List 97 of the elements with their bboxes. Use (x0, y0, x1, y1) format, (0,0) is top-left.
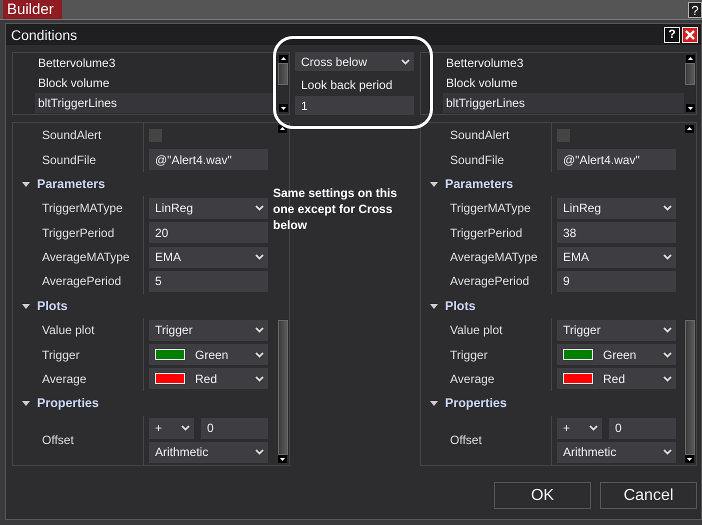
scroll-up-icon[interactable] (278, 55, 288, 63)
property-label: SoundFile (13, 147, 144, 172)
list-item[interactable]: bltTriggerLines (35, 93, 277, 113)
color-dropdown[interactable]: Green (557, 344, 676, 366)
input-field[interactable]: 9 (557, 270, 676, 292)
collapse-triangle-icon[interactable] (429, 302, 439, 310)
dropdown[interactable]: Arithmetic (557, 442, 676, 463)
chevron-down-icon (663, 327, 672, 334)
chevron-down-icon (255, 449, 264, 456)
sign-dropdown[interactable]: + (557, 418, 602, 439)
category-title: Parameters (445, 176, 514, 191)
scrollbar-thumb[interactable] (278, 63, 288, 85)
scroll-down-icon[interactable] (685, 455, 694, 463)
property-label: Average (13, 366, 144, 392)
list-item[interactable]: Bettervolume3 (35, 53, 277, 73)
property-label: Offset (421, 416, 552, 466)
category-title: Parameters (37, 176, 106, 191)
property-label: AveragePeriod (13, 269, 144, 294)
input-field[interactable]: @"Alert4.wav" (557, 149, 676, 170)
property-label: Value plot (421, 318, 552, 342)
builder-tab[interactable]: Builder (3, 0, 62, 19)
property-label: TriggerMAType (13, 196, 144, 220)
cancel-button[interactable]: Cancel (600, 482, 697, 509)
chevron-down-icon (663, 254, 672, 260)
annotation-note: Same settings on this one except for Cross below (273, 185, 398, 233)
property-label: SoundAlert (421, 123, 552, 148)
input-field[interactable]: 1 (295, 96, 414, 115)
chevron-down-icon (255, 376, 264, 382)
list-item[interactable]: Block volume (443, 73, 684, 93)
input-field[interactable]: 20 (149, 222, 268, 244)
input-field[interactable]: @"Alert4.wav" (149, 149, 268, 170)
chevron-down-icon (255, 205, 264, 212)
category-title: Plots (37, 298, 68, 313)
scrollbar-thumb[interactable] (685, 63, 695, 85)
help-button[interactable]: ? (664, 26, 680, 42)
property-label: Average (421, 366, 552, 392)
chevron-down-icon (401, 58, 410, 64)
list-item[interactable]: Bettervolume3 (443, 53, 684, 73)
dialog-title: Conditions (11, 26, 78, 42)
chevron-down-icon (181, 425, 190, 432)
property-label: AverageMAType (13, 244, 144, 270)
chevron-down-icon (663, 376, 672, 382)
input-field[interactable]: 0 (609, 418, 676, 439)
collapse-triangle-icon[interactable] (21, 302, 31, 310)
collapse-triangle-icon[interactable] (21, 399, 31, 408)
chevron-down-icon (255, 254, 264, 260)
dropdown[interactable]: EMA (149, 246, 268, 268)
dropdown[interactable]: LinReg (557, 198, 676, 219)
property-label: Value plot (13, 318, 144, 342)
property-label: SoundAlert (13, 123, 144, 148)
property-label: TriggerPeriod (13, 220, 144, 245)
help-button[interactable]: ? (688, 2, 702, 18)
property-label: Offset (13, 416, 144, 466)
collapse-triangle-icon[interactable] (429, 399, 439, 408)
scroll-down-icon[interactable] (278, 455, 287, 463)
property-label: SoundFile (421, 147, 552, 172)
chevron-down-icon (255, 327, 264, 334)
dropdown[interactable]: Trigger (557, 320, 676, 341)
property-label: TriggerPeriod (421, 220, 552, 245)
chevron-down-icon (663, 352, 672, 358)
color-dropdown[interactable]: Red (149, 368, 268, 390)
color-dropdown[interactable]: Green (149, 344, 268, 366)
property-label: AveragePeriod (421, 269, 552, 294)
dropdown[interactable]: Arithmetic (149, 442, 268, 463)
collapse-triangle-icon[interactable] (429, 180, 439, 188)
input-field[interactable]: 5 (149, 270, 268, 292)
sign-dropdown[interactable]: + (149, 418, 194, 439)
input-field[interactable]: 0 (201, 418, 268, 439)
chevron-down-icon (589, 425, 598, 432)
property-label: Trigger (421, 342, 552, 367)
scrollbar-thumb[interactable] (684, 320, 694, 455)
category-title: Properties (445, 396, 507, 410)
property-label: AverageMAType (421, 244, 552, 270)
scroll-down-icon[interactable] (278, 104, 288, 112)
input-field[interactable]: 38 (557, 222, 676, 244)
property-label: TriggerMAType (421, 196, 552, 220)
chevron-down-icon (255, 352, 264, 358)
chevron-down-icon (663, 205, 672, 212)
scroll-up-icon[interactable] (686, 55, 694, 63)
field-label: Look back period (300, 77, 394, 92)
collapse-triangle-icon[interactable] (21, 180, 31, 188)
category-title: Properties (37, 396, 99, 410)
close-button[interactable] (682, 26, 698, 42)
list-item[interactable]: Block volume (35, 73, 277, 93)
dropdown[interactable]: LinReg (149, 198, 268, 219)
list-item[interactable]: bltTriggerLines (443, 93, 684, 113)
scroll-down-icon[interactable] (686, 104, 694, 112)
operator-dropdown[interactable]: Cross below (295, 52, 414, 71)
ok-button[interactable]: OK (494, 482, 591, 509)
scroll-up-icon[interactable] (685, 125, 694, 133)
category-title: Plots (445, 298, 476, 313)
scrollbar-thumb[interactable] (278, 320, 288, 455)
property-label: Trigger (13, 342, 144, 367)
dropdown[interactable]: EMA (557, 246, 676, 268)
chevron-down-icon (663, 449, 672, 456)
color-dropdown[interactable]: Red (557, 368, 676, 390)
dropdown[interactable]: Trigger (149, 320, 268, 341)
